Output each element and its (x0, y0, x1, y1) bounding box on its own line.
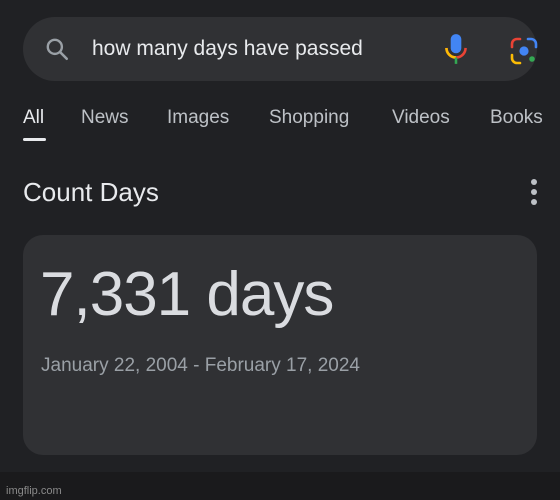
search-input[interactable]: how many days have passed (92, 35, 412, 63)
search-bar[interactable]: how many days have passed (23, 17, 539, 81)
watermark: imgflip.com (6, 485, 62, 497)
bottom-strip (0, 472, 560, 500)
search-input-fade (373, 31, 423, 67)
tab-news[interactable]: News (81, 103, 129, 133)
result-card: 7,331 days January 22, 2004 - February 1… (23, 235, 537, 455)
tab-books[interactable]: Books (490, 103, 543, 133)
search-tabs: All News Images Shopping Videos Books (0, 103, 560, 141)
tab-images[interactable]: Images (167, 103, 229, 133)
more-options-icon[interactable] (524, 177, 544, 207)
search-results-page: how many days have passed All News Image… (0, 0, 560, 500)
date-range: January 22, 2004 - February 17, 2024 (41, 355, 360, 376)
tab-videos[interactable]: Videos (392, 103, 450, 133)
search-icon[interactable] (44, 36, 70, 62)
microphone-icon[interactable] (443, 32, 469, 66)
section-title: Count Days (23, 177, 159, 207)
days-count: 7,331 days (40, 260, 334, 329)
tab-all[interactable]: All (23, 103, 44, 133)
google-lens-icon[interactable] (509, 36, 539, 66)
tab-shopping[interactable]: Shopping (269, 103, 349, 133)
active-tab-indicator (23, 138, 46, 141)
